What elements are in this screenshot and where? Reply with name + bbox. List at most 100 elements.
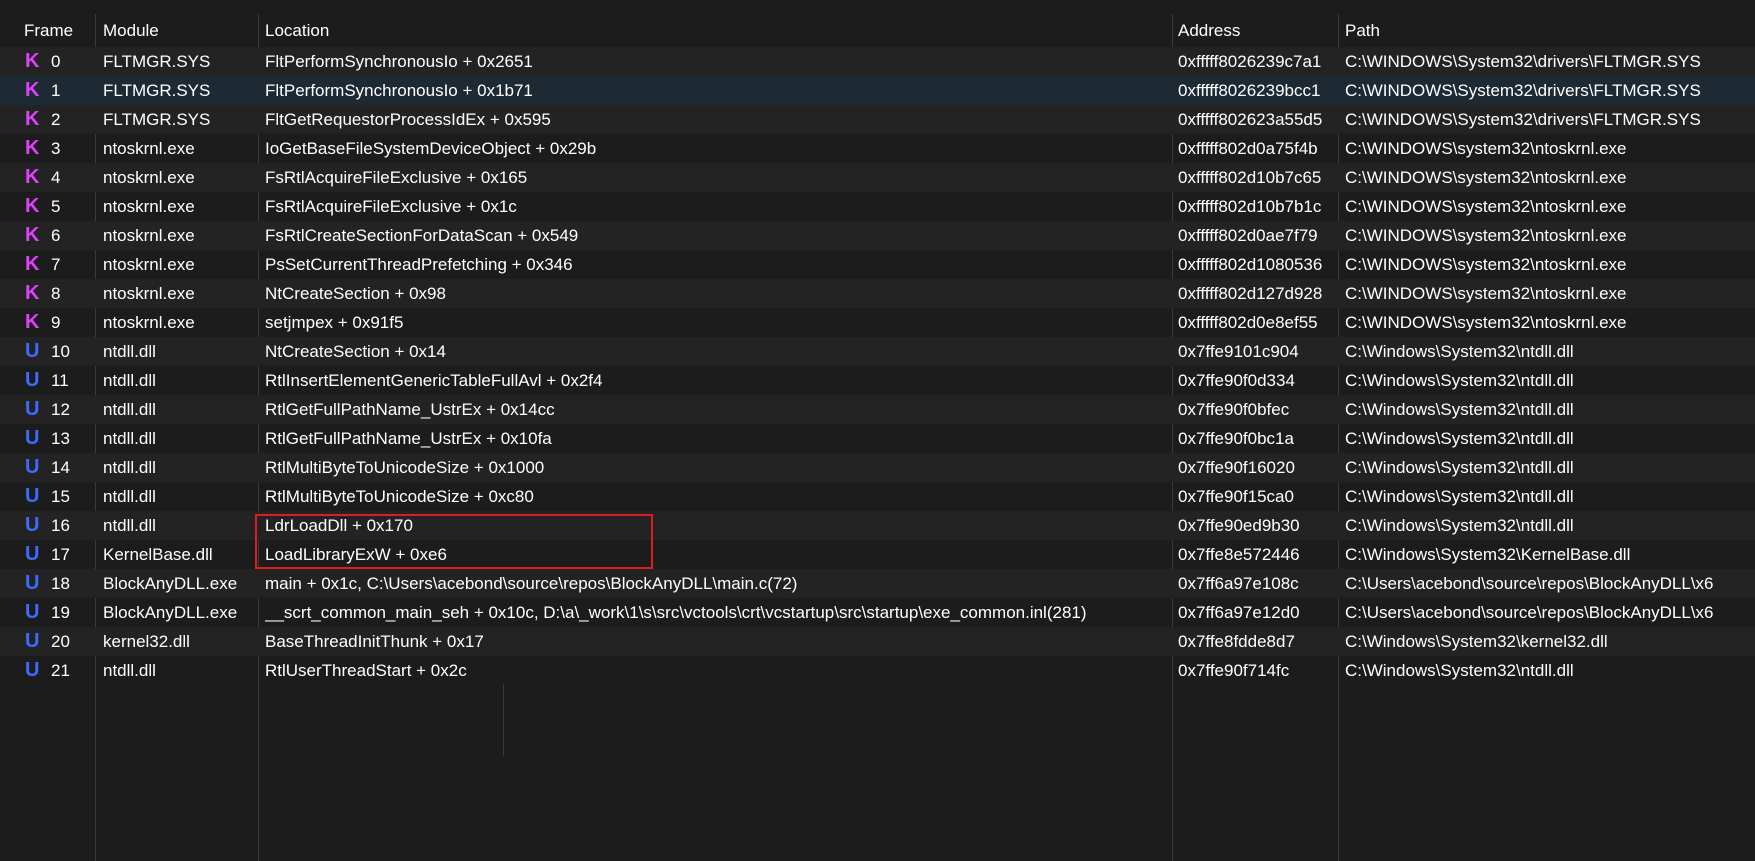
frame-number: 0 — [51, 52, 61, 71]
frame-number: 8 — [51, 284, 61, 303]
table-row[interactable]: U 15 ntdll.dll RtlMultiByteToUnicodeSize + … — [0, 482, 1755, 511]
location-text: IoGetBaseFileSystemDeviceObject + 0x29b — [265, 139, 597, 158]
address-value: 0x7ffe90f0bfec — [1178, 400, 1290, 419]
frame-number: 21 — [51, 661, 70, 680]
module-path: C:\WINDOWS\system32\ntoskrnl.exe — [1345, 168, 1627, 187]
module-path: C:\Users\acebond\source\repos\BlockAnyDL… — [1345, 574, 1714, 593]
column-header-module[interactable]: Module — [103, 21, 159, 41]
address-value: 0xfffff802623a55d5 — [1178, 110, 1323, 129]
user-frame-icon: U — [25, 630, 40, 652]
module-name: ntoskrnl.exe — [103, 255, 195, 274]
module-path: C:\Windows\System32\ntdll.dll — [1345, 458, 1574, 477]
location-text: LdrLoadDll + 0x170 — [265, 516, 413, 535]
address-value: 0xfffff802d0ae7f79 — [1178, 226, 1318, 245]
address-value: 0xfffff802d1080536 — [1178, 255, 1323, 274]
location-text: FsRtlCreateSectionForDataScan + 0x549 — [265, 226, 579, 245]
kernel-frame-icon: K — [25, 195, 40, 217]
module-name: ntdll.dll — [103, 661, 156, 680]
table-row[interactable]: K 2 FLTMGR.SYS FltGetRequestorProcessIdEx +… — [0, 105, 1755, 134]
module-path: C:\WINDOWS\system32\ntoskrnl.exe — [1345, 197, 1627, 216]
table-row[interactable]: U 10 ntdll.dll NtCreateSection + 0x14 0x7ffe… — [0, 337, 1755, 366]
location-text: RtlInsertElementGenericTableFullAvl + 0x… — [265, 371, 603, 390]
kernel-frame-icon: K — [25, 108, 40, 130]
module-name: BlockAnyDLL.exe — [103, 574, 238, 593]
frame-number: 20 — [51, 632, 70, 651]
module-path: C:\Windows\System32\ntdll.dll — [1345, 661, 1574, 680]
frame-number: 15 — [51, 487, 70, 506]
table-row[interactable]: U 14 ntdll.dll RtlMultiByteToUnicodeSize + … — [0, 453, 1755, 482]
location-text: FltPerformSynchronousIo + 0x2651 — [265, 52, 533, 71]
address-value: 0x7ffe8e572446 — [1178, 545, 1300, 564]
frame-number: 9 — [51, 313, 61, 332]
frame-number: 18 — [51, 574, 70, 593]
column-header-location[interactable]: Location — [265, 21, 329, 41]
module-name: ntoskrnl.exe — [103, 197, 195, 216]
module-path: C:\WINDOWS\system32\ntoskrnl.exe — [1345, 139, 1627, 158]
module-path: C:\WINDOWS\System32\drivers\FLTMGR.SYS — [1345, 81, 1701, 100]
location-text: FltPerformSynchronousIo + 0x1b71 — [265, 81, 533, 100]
user-frame-icon: U — [25, 456, 40, 478]
location-text: LoadLibraryExW + 0xe6 — [265, 545, 447, 564]
table-row[interactable]: K 3 ntoskrnl.exe IoGetBaseFileSystemDeviceO… — [0, 134, 1755, 163]
table-row[interactable]: K 9 ntoskrnl.exe setjmpex + 0x91f5 0xfffff80… — [0, 308, 1755, 337]
location-text: setjmpex + 0x91f5 — [265, 313, 404, 332]
location-text: RtlMultiByteToUnicodeSize + 0xc80 — [265, 487, 534, 506]
address-value: 0xfffff8026239c7a1 — [1178, 52, 1322, 71]
table-row[interactable]: K 8 ntoskrnl.exe NtCreateSection + 0x98 0xff… — [0, 279, 1755, 308]
address-value: 0xfffff8026239bcc1 — [1178, 81, 1321, 100]
module-name: ntdll.dll — [103, 516, 156, 535]
column-header-address[interactable]: Address — [1178, 21, 1240, 41]
location-text: RtlGetFullPathName_UstrEx + 0x10fa — [265, 429, 552, 448]
module-name: ntdll.dll — [103, 342, 156, 361]
table-row[interactable]: K 0 FLTMGR.SYS FltPerformSynchronousIo + 0x… — [0, 47, 1755, 76]
table-row[interactable]: U 16 ntdll.dll LdrLoadDll + 0x170 0x7ffe90ed… — [0, 511, 1755, 540]
stack-trace-view: Frame Module Location Address Path K 0 FLT… — [0, 0, 1755, 861]
frame-number: 3 — [51, 139, 61, 158]
address-value: 0x7ffe90f0bc1a — [1178, 429, 1294, 448]
table-row[interactable]: U 11 ntdll.dll RtlInsertElementGenericTable… — [0, 366, 1755, 395]
module-path: C:\Windows\System32\KernelBase.dll — [1345, 545, 1631, 564]
table-row[interactable]: K 6 ntoskrnl.exe FsRtlCreateSectionForDataS… — [0, 221, 1755, 250]
address-value: 0xfffff802d0e8ef55 — [1178, 313, 1318, 332]
kernel-frame-icon: K — [25, 311, 40, 333]
frame-number: 17 — [51, 545, 70, 564]
address-value: 0x7ffe90f714fc — [1178, 661, 1290, 680]
module-path: C:\Windows\System32\kernel32.dll — [1345, 632, 1608, 651]
frame-number: 12 — [51, 400, 70, 419]
kernel-frame-icon: K — [25, 224, 40, 246]
column-header-frame[interactable]: Frame — [24, 21, 73, 41]
module-path: C:\WINDOWS\System32\drivers\FLTMGR.SYS — [1345, 110, 1701, 129]
frame-number: 2 — [51, 110, 61, 129]
address-value: 0x7ff6a97e12d0 — [1178, 603, 1300, 622]
user-frame-icon: U — [25, 601, 40, 623]
user-frame-icon: U — [25, 369, 40, 391]
table-row[interactable]: K 1 FLTMGR.SYS FltPerformSynchronousIo + 0x… — [0, 76, 1755, 105]
location-text: FsRtlAcquireFileExclusive + 0x1c — [265, 197, 517, 216]
kernel-frame-icon: K — [25, 282, 40, 304]
table-row[interactable]: K 5 ntoskrnl.exe FsRtlAcquireFileExclusive … — [0, 192, 1755, 221]
table-row[interactable]: U 18 BlockAnyDLL.exe main + 0x1c, C:\Users\… — [0, 569, 1755, 598]
frame-number: 11 — [51, 371, 69, 390]
table-row[interactable]: U 19 BlockAnyDLL.exe __scrt_common_main_seh… — [0, 598, 1755, 627]
address-value: 0x7ffe8fdde8d7 — [1178, 632, 1295, 651]
table-row[interactable]: U 21 ntdll.dll RtlUserThreadStart + 0x2c 0x7… — [0, 656, 1755, 685]
module-name: KernelBase.dll — [103, 545, 213, 564]
table-row[interactable]: K 4 ntoskrnl.exe FsRtlAcquireFileExclusive … — [0, 163, 1755, 192]
location-text: NtCreateSection + 0x98 — [265, 284, 446, 303]
table-row[interactable]: U 17 KernelBase.dll LoadLibraryExW + 0xe6 0x… — [0, 540, 1755, 569]
address-value: 0x7ffe90f16020 — [1178, 458, 1295, 477]
location-text: RtlUserThreadStart + 0x2c — [265, 661, 467, 680]
location-text: RtlGetFullPathName_UstrEx + 0x14cc — [265, 400, 555, 419]
splitter-handle[interactable] — [503, 684, 504, 756]
user-frame-icon: U — [25, 543, 40, 565]
module-name: ntdll.dll — [103, 400, 156, 419]
module-path: C:\Windows\System32\ntdll.dll — [1345, 429, 1574, 448]
module-name: BlockAnyDLL.exe — [103, 603, 238, 622]
column-header-path[interactable]: Path — [1345, 21, 1380, 41]
frame-number: 4 — [51, 168, 61, 187]
table-row[interactable]: U 12 ntdll.dll RtlGetFullPathName_UstrEx + … — [0, 395, 1755, 424]
module-path: C:\Windows\System32\ntdll.dll — [1345, 371, 1574, 390]
table-row[interactable]: U 13 ntdll.dll RtlGetFullPathName_UstrEx + … — [0, 424, 1755, 453]
table-row[interactable]: K 7 ntoskrnl.exe PsSetCurrentThreadPrefetch… — [0, 250, 1755, 279]
table-row[interactable]: U 20 kernel32.dll BaseThreadInitThunk + 0x1… — [0, 627, 1755, 656]
